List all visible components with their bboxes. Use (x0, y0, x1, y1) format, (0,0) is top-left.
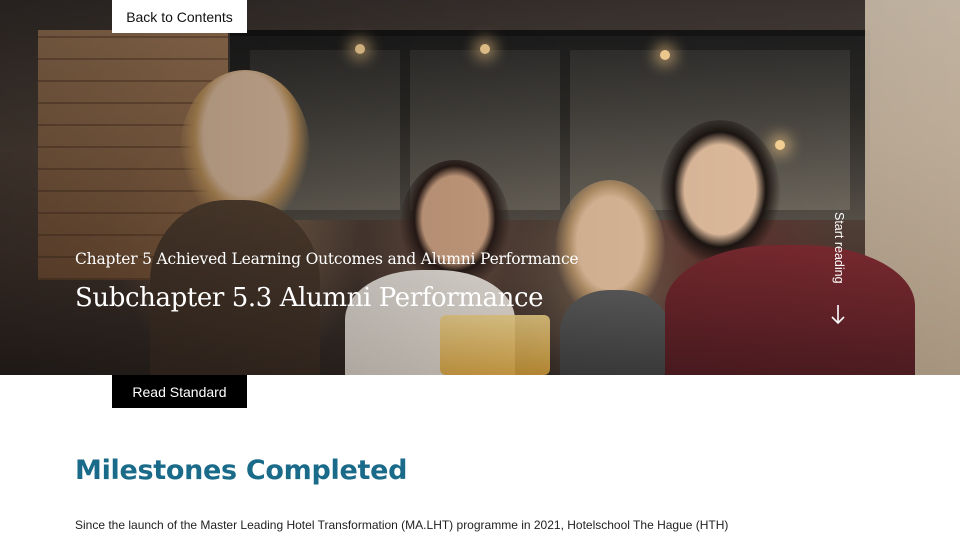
chapter-title: Chapter 5 Achieved Learning Outcomes and… (75, 250, 579, 268)
arrow-down-icon (829, 304, 847, 326)
subchapter-title: Subchapter 5.3 Alumni Performance (75, 283, 544, 313)
start-reading-link[interactable]: Start reading (823, 212, 853, 327)
start-reading-label: Start reading (832, 212, 846, 284)
intro-paragraph: Since the launch of the Master Leading H… (75, 518, 729, 532)
read-standard-button[interactable]: Read Standard (112, 375, 247, 408)
section-heading: Milestones Completed (75, 455, 408, 486)
hero-banner (0, 0, 960, 375)
back-to-contents-button[interactable]: Back to Contents (112, 0, 247, 33)
